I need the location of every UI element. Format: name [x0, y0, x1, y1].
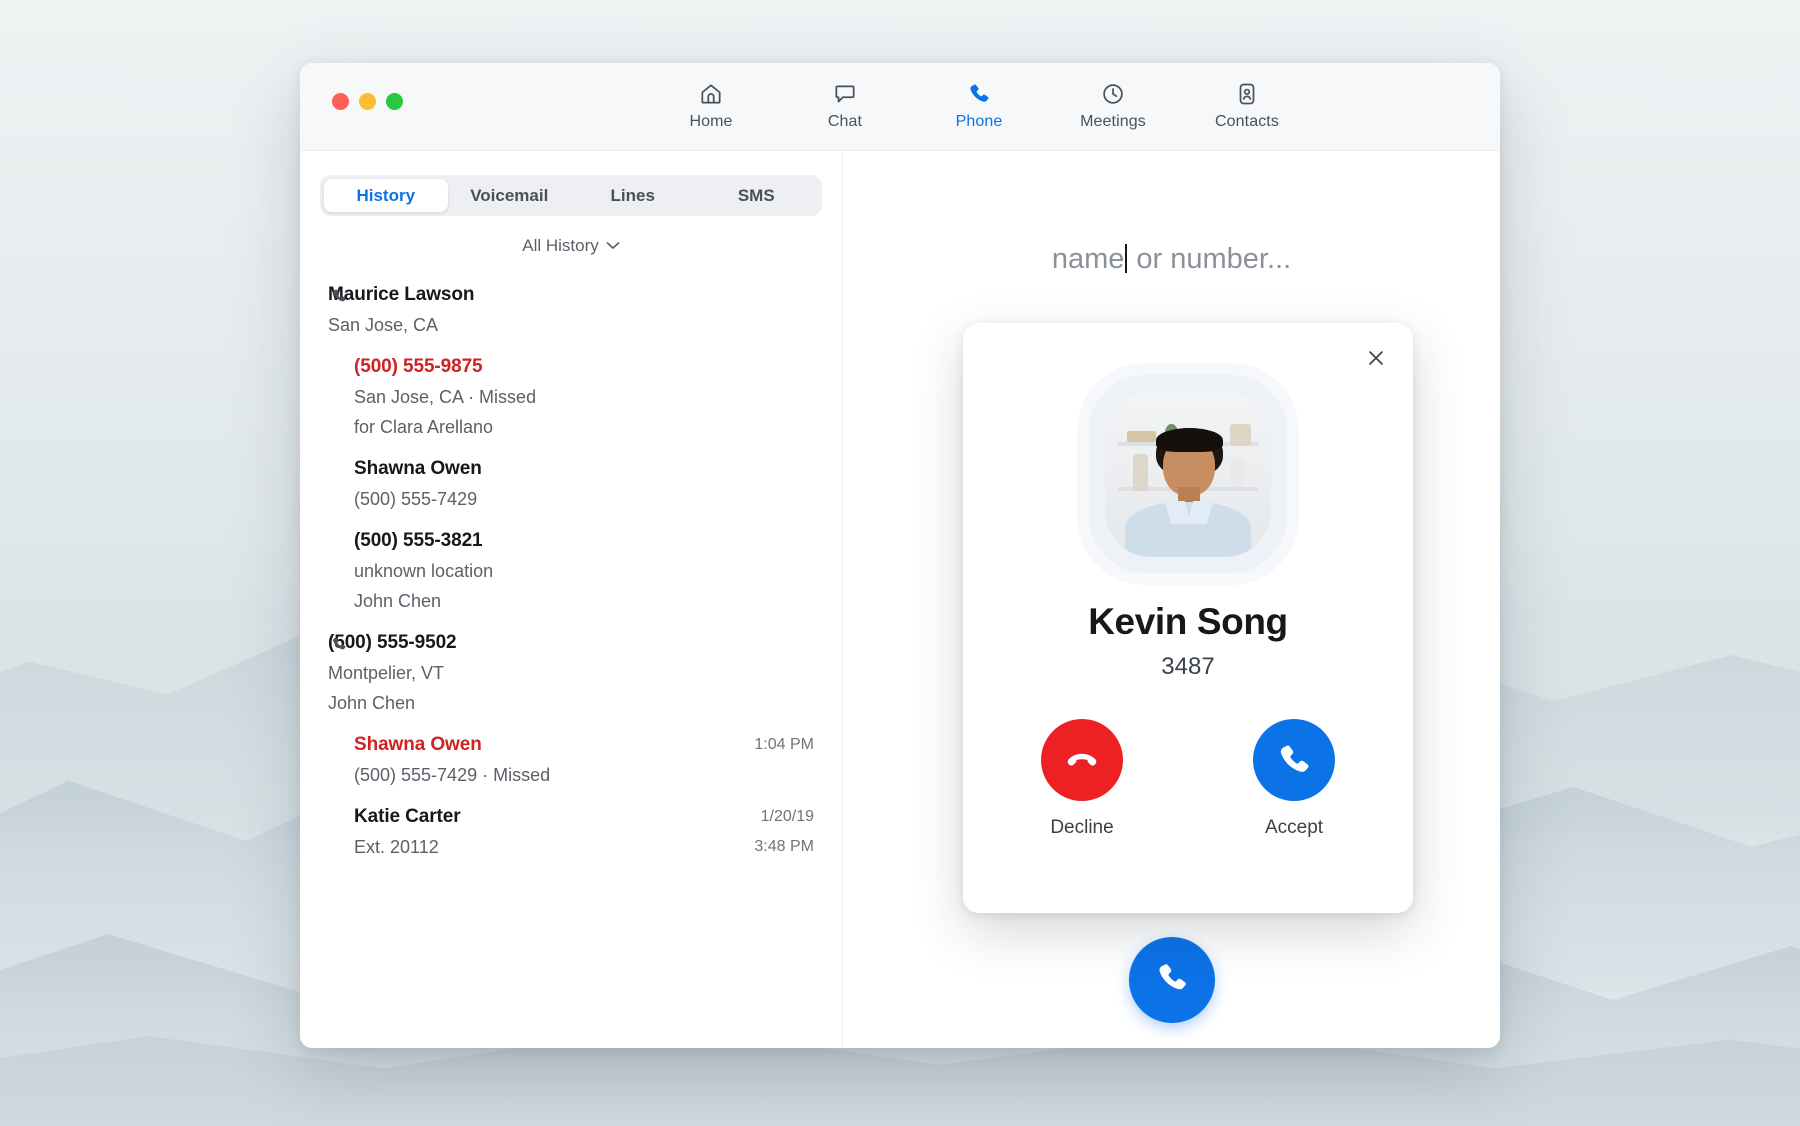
call-history-row[interactable]: Shawna Owen (500) 555-7429 — [300, 448, 842, 520]
phone-icon — [1153, 959, 1191, 1002]
call-row-title: Shawna Owen — [354, 458, 482, 479]
call-row-subtitle: San Jose, CA — [328, 315, 439, 335]
call-row-details: Katie Carter Ext. 20112 — [328, 802, 740, 862]
minimize-window-button[interactable] — [359, 93, 376, 110]
nav-tab-home[interactable]: Home — [663, 79, 759, 131]
incoming-call-actions: Decline Accept — [963, 719, 1413, 839]
caller-name: Kevin Song — [1088, 601, 1288, 642]
call-history-list: Maurice Lawson San Jose, CA (500) 555-9875… — [300, 274, 842, 868]
call-row-title: Shawna Owen — [354, 734, 482, 755]
window-traffic-lights — [332, 93, 403, 110]
home-icon — [698, 79, 724, 109]
call-row-subtitle: John Chen — [328, 693, 416, 713]
call-row-subtitle: (500) 555-7429 — [354, 489, 478, 509]
nav-tab-meetings-label: Meetings — [1080, 113, 1146, 130]
call-row-meta: 1:04 PM — [740, 730, 814, 790]
tab-lines[interactable]: Lines — [571, 179, 695, 212]
tab-voicemail[interactable]: Voicemail — [448, 179, 572, 212]
call-button[interactable] — [1128, 937, 1215, 1023]
clock-icon — [1100, 79, 1126, 109]
phone-icon — [966, 79, 992, 109]
call-history-row[interactable]: Shawna Owen (500) 555-7429 · Missed 1:04 P… — [300, 724, 842, 796]
call-history-row[interactable]: Maurice Lawson San Jose, CA — [300, 274, 842, 346]
incoming-call-dialog: Kevin Song 3487 Decline Accept — [963, 323, 1413, 913]
call-row-title: (500) 555-3821 — [354, 530, 483, 551]
sidebar-tab-bar: History Voicemail Lines SMS — [320, 175, 822, 216]
nav-tab-contacts[interactable]: Contacts — [1199, 79, 1295, 131]
dialer-input-text-tail: or number... — [1128, 243, 1292, 275]
call-row-meta: 1/20/19 3:48 PM — [740, 802, 814, 862]
call-history-row[interactable]: Katie Carter Ext. 20112 1/20/19 3:48 PM — [300, 796, 842, 868]
nav-tab-chat-label: Chat — [827, 113, 863, 130]
call-history-row[interactable]: (500) 555-9502 Montpelier, VT John Chen — [300, 622, 842, 724]
contacts-icon — [1234, 79, 1260, 109]
phone-icon — [330, 287, 348, 310]
phone-hangup-icon — [1041, 719, 1123, 801]
chevron-down-icon — [606, 237, 620, 255]
decline-call-button[interactable]: Decline — [1041, 719, 1123, 839]
call-history-row[interactable]: (500) 555-3821 unknown location John Chen — [300, 520, 842, 622]
title-bar: Home Chat Phone Meetings Contacts — [300, 63, 1500, 151]
call-row-title: Katie Carter — [354, 806, 461, 827]
call-row-title: Maurice Lawson — [328, 284, 475, 305]
call-row-subtitle: San Jose, CA · Missed — [354, 387, 537, 407]
call-row-timestamp: 3:48 PM — [754, 838, 814, 855]
dialer-input[interactable]: name or number... — [843, 243, 1500, 276]
decline-call-label: Decline — [1050, 817, 1114, 838]
nav-tab-phone[interactable]: Phone — [931, 79, 1027, 131]
call-row-subtitle: unknown location — [354, 561, 494, 581]
zoom-window-button[interactable] — [386, 93, 403, 110]
phone-icon — [1253, 719, 1335, 801]
call-row-details: Shawna Owen (500) 555-7429 — [328, 454, 814, 514]
nav-tab-contacts-label: Contacts — [1215, 113, 1279, 130]
app-window: Home Chat Phone Meetings Contacts Histor… — [300, 63, 1500, 1048]
call-row-details: Maurice Lawson San Jose, CA — [328, 280, 814, 340]
call-row-title: (500) 555-9502 — [328, 632, 457, 653]
accept-call-label: Accept — [1264, 817, 1324, 838]
close-window-button[interactable] — [332, 93, 349, 110]
nav-tab-meetings[interactable]: Meetings — [1065, 79, 1161, 131]
call-row-subtitle: Montpelier, VT — [328, 663, 445, 683]
phone-sidebar: History Voicemail Lines SMS All History … — [300, 151, 843, 1048]
history-filter-dropdown[interactable]: All History — [300, 236, 842, 256]
dialer-input-text: name — [1051, 243, 1125, 275]
nav-tab-home-label: Home — [689, 113, 733, 130]
tab-history[interactable]: History — [324, 179, 448, 212]
call-row-details: (500) 555-9875 San Jose, CA · Missed for C… — [328, 352, 814, 442]
caller-photo-image — [1105, 391, 1271, 557]
history-filter-label: All History — [522, 236, 599, 255]
close-icon[interactable] — [1361, 343, 1391, 373]
call-row-subtitle: for Clara Arellano — [354, 417, 494, 437]
call-row-details: (500) 555-9502 Montpelier, VT John Chen — [328, 628, 814, 718]
call-row-subtitle: (500) 555-7429 · Missed — [354, 765, 551, 785]
chat-icon — [832, 79, 858, 109]
tab-sms[interactable]: SMS — [695, 179, 819, 212]
call-row-timestamp: 1:04 PM — [754, 736, 814, 753]
phone-icon — [330, 635, 348, 658]
nav-tab-phone-label: Phone — [955, 113, 1003, 130]
call-row-subtitle: John Chen — [354, 591, 442, 611]
caller-extension: 3487 — [1161, 653, 1215, 680]
accept-call-button[interactable]: Accept — [1253, 719, 1335, 839]
call-row-details: (500) 555-3821 unknown location John Chen — [328, 526, 814, 616]
call-row-title: (500) 555-9875 — [354, 356, 483, 377]
call-row-subtitle: Ext. 20112 — [354, 837, 439, 857]
nav-tab-chat[interactable]: Chat — [797, 79, 893, 131]
caller-photo — [1089, 375, 1287, 573]
main-navigation: Home Chat Phone Meetings Contacts — [663, 79, 1295, 131]
call-row-timestamp: 1/20/19 — [760, 808, 814, 825]
call-row-details: Shawna Owen (500) 555-7429 · Missed — [328, 730, 740, 790]
call-history-row[interactable]: (500) 555-9875 San Jose, CA · Missed for C… — [300, 346, 842, 448]
